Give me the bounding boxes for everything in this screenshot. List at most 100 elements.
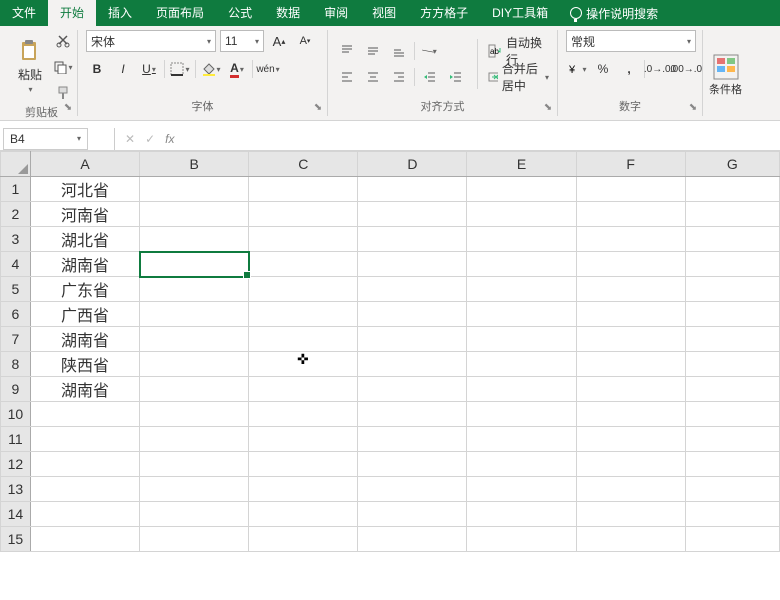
cell-B11[interactable] (140, 427, 249, 452)
cell-E1[interactable] (467, 177, 576, 202)
border-button[interactable]: ▾ (169, 58, 191, 80)
cell-G10[interactable] (685, 402, 779, 427)
cell-B3[interactable] (140, 227, 249, 252)
increase-decimal-button[interactable]: .0→.00 (649, 58, 671, 80)
cell-E7[interactable] (467, 327, 576, 352)
worksheet-grid[interactable]: ABCDEFG1河北省2河南省3湖北省4湖南省5广东省6广西省7湖南省8陕西省9… (0, 151, 780, 552)
cell-E4[interactable] (467, 252, 576, 277)
orientation-button[interactable]: ⟋▾ (419, 40, 441, 62)
cell-G11[interactable] (685, 427, 779, 452)
fill-color-button[interactable]: ▾ (200, 58, 222, 80)
increase-indent-button[interactable] (445, 66, 467, 88)
cell-A5[interactable]: 广东省 (30, 277, 139, 302)
row-header-15[interactable]: 15 (1, 527, 31, 552)
col-header-C[interactable]: C (249, 152, 358, 177)
alignment-launcher[interactable]: ⬊ (541, 100, 555, 114)
tab-layout[interactable]: 页面布局 (144, 0, 216, 26)
cell-F8[interactable] (576, 352, 685, 377)
col-header-A[interactable]: A (30, 152, 139, 177)
cell-E3[interactable] (467, 227, 576, 252)
tab-formula[interactable]: 公式 (216, 0, 264, 26)
cell-F10[interactable] (576, 402, 685, 427)
cell-D13[interactable] (358, 477, 467, 502)
col-header-E[interactable]: E (467, 152, 576, 177)
cell-B2[interactable] (140, 202, 249, 227)
cell-E11[interactable] (467, 427, 576, 452)
accounting-format-button[interactable]: ¥▾ (566, 58, 588, 80)
cell-E10[interactable] (467, 402, 576, 427)
copy-button[interactable]: ▾ (52, 56, 74, 78)
cell-A11[interactable] (30, 427, 139, 452)
tab-home[interactable]: 开始 (48, 0, 96, 26)
merge-center-button[interactable]: 合并后居中▾ (488, 66, 549, 88)
cell-G4[interactable] (685, 252, 779, 277)
decrease-font-button[interactable]: A▾ (294, 30, 316, 52)
enter-icon[interactable]: ✓ (145, 132, 155, 146)
cell-B9[interactable] (140, 377, 249, 402)
cell-D10[interactable] (358, 402, 467, 427)
tab-insert[interactable]: 插入 (96, 0, 144, 26)
cell-G13[interactable] (685, 477, 779, 502)
align-left-button[interactable] (336, 66, 358, 88)
cell-B15[interactable] (140, 527, 249, 552)
align-bottom-button[interactable] (388, 40, 410, 62)
cut-button[interactable] (52, 30, 74, 52)
cell-C1[interactable] (249, 177, 358, 202)
tab-data[interactable]: 数据 (264, 0, 312, 26)
cell-G7[interactable] (685, 327, 779, 352)
cell-F1[interactable] (576, 177, 685, 202)
cell-D4[interactable] (358, 252, 467, 277)
cell-G15[interactable] (685, 527, 779, 552)
row-header-1[interactable]: 1 (1, 177, 31, 202)
cell-A3[interactable]: 湖北省 (30, 227, 139, 252)
row-header-8[interactable]: 8 (1, 352, 31, 377)
cell-F12[interactable] (576, 452, 685, 477)
cell-D2[interactable] (358, 202, 467, 227)
cell-E5[interactable] (467, 277, 576, 302)
cell-A14[interactable] (30, 502, 139, 527)
font-color-button[interactable]: A▾ (226, 58, 248, 80)
cell-G12[interactable] (685, 452, 779, 477)
clipboard-launcher[interactable]: ⬊ (61, 100, 75, 114)
row-header-12[interactable]: 12 (1, 452, 31, 477)
row-header-3[interactable]: 3 (1, 227, 31, 252)
cell-D11[interactable] (358, 427, 467, 452)
cell-C7[interactable] (249, 327, 358, 352)
col-header-B[interactable]: B (140, 152, 249, 177)
cell-G6[interactable] (685, 302, 779, 327)
row-header-13[interactable]: 13 (1, 477, 31, 502)
cell-C3[interactable] (249, 227, 358, 252)
cancel-icon[interactable]: ✕ (125, 132, 135, 146)
cell-D6[interactable] (358, 302, 467, 327)
font-launcher[interactable]: ⬊ (311, 100, 325, 114)
paste-button[interactable]: 粘贴 ▾ (14, 38, 46, 96)
name-box[interactable]: B4▾ (3, 128, 88, 150)
cell-F13[interactable] (576, 477, 685, 502)
font-name-combo[interactable]: 宋体▾ (86, 30, 216, 52)
cell-C10[interactable] (249, 402, 358, 427)
formula-input[interactable] (184, 128, 780, 150)
tab-review[interactable]: 审阅 (312, 0, 360, 26)
decrease-decimal-button[interactable]: .00→.0 (675, 58, 697, 80)
tell-me[interactable]: 操作说明搜索 (560, 5, 668, 22)
number-launcher[interactable]: ⬊ (686, 100, 700, 114)
cell-F2[interactable] (576, 202, 685, 227)
cell-G1[interactable] (685, 177, 779, 202)
cell-C9[interactable] (249, 377, 358, 402)
col-header-G[interactable]: G (685, 152, 779, 177)
tab-view[interactable]: 视图 (360, 0, 408, 26)
row-header-7[interactable]: 7 (1, 327, 31, 352)
cell-F7[interactable] (576, 327, 685, 352)
cell-F3[interactable] (576, 227, 685, 252)
cell-D9[interactable] (358, 377, 467, 402)
cell-C15[interactable] (249, 527, 358, 552)
align-right-button[interactable] (388, 66, 410, 88)
cell-A10[interactable] (30, 402, 139, 427)
align-top-button[interactable] (336, 40, 358, 62)
row-header-9[interactable]: 9 (1, 377, 31, 402)
cell-A8[interactable]: 陕西省 (30, 352, 139, 377)
col-header-D[interactable]: D (358, 152, 467, 177)
cell-D1[interactable] (358, 177, 467, 202)
cell-D8[interactable] (358, 352, 467, 377)
align-middle-button[interactable] (362, 40, 384, 62)
